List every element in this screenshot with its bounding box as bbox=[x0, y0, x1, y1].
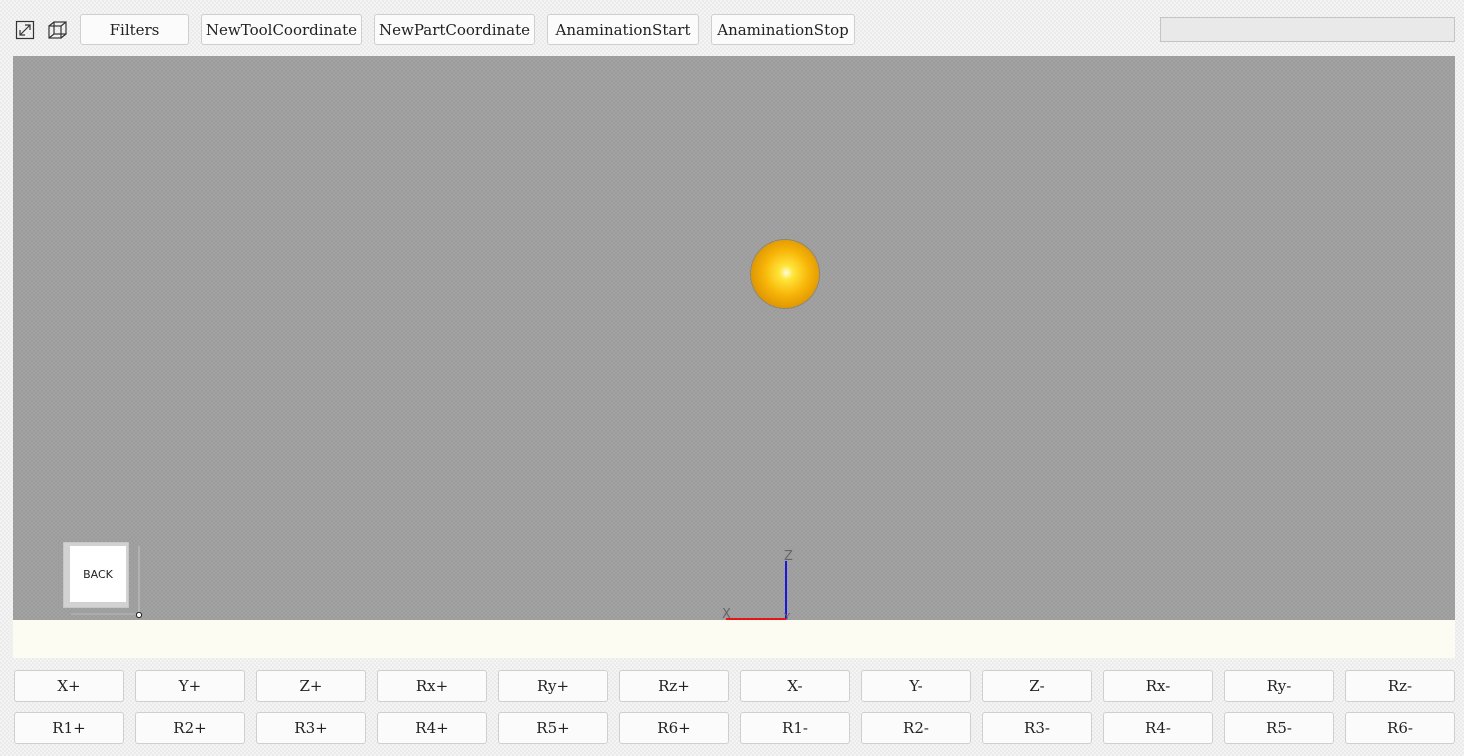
jog-r2-plus-button[interactable]: R2+ bbox=[135, 712, 245, 744]
jog-r5-minus-button[interactable]: R5- bbox=[1224, 712, 1334, 744]
jog-r2-minus-button[interactable]: R2- bbox=[861, 712, 971, 744]
jog-y-plus-button[interactable]: Y+ bbox=[135, 670, 245, 702]
jog-rz-minus-button[interactable]: Rz- bbox=[1345, 670, 1455, 702]
status-strip bbox=[13, 620, 1455, 658]
new-tool-coordinate-button[interactable]: NewToolCoordinate bbox=[201, 14, 362, 45]
jog-r3-minus-button[interactable]: R3- bbox=[982, 712, 1092, 744]
z-axis-label: Z bbox=[784, 549, 793, 564]
jog-rx-minus-button[interactable]: Rx- bbox=[1103, 670, 1213, 702]
jog-ry-plus-button[interactable]: Ry+ bbox=[498, 670, 608, 702]
view-cube-axes bbox=[71, 546, 143, 619]
jog-rx-plus-button[interactable]: Rx+ bbox=[377, 670, 487, 702]
jog-rz-plus-button[interactable]: Rz+ bbox=[619, 670, 729, 702]
jog-r1-plus-button[interactable]: R1+ bbox=[14, 712, 124, 744]
jog-r5-plus-button[interactable]: R5+ bbox=[498, 712, 608, 744]
jog-r4-minus-button[interactable]: R4- bbox=[1103, 712, 1213, 744]
animation-stop-button[interactable]: AnaminationStop bbox=[711, 14, 855, 45]
cube-wireframe-icon[interactable] bbox=[47, 19, 69, 41]
maximize-icon[interactable] bbox=[14, 19, 36, 41]
3d-viewport[interactable]: BACK Z X Y bbox=[13, 56, 1455, 623]
jog-r6-minus-button[interactable]: R6- bbox=[1345, 712, 1455, 744]
progress-bar bbox=[1160, 17, 1455, 42]
jog-x-minus-button[interactable]: X- bbox=[740, 670, 850, 702]
jog-r1-minus-button[interactable]: R1- bbox=[740, 712, 850, 744]
jog-z-plus-button[interactable]: Z+ bbox=[256, 670, 366, 702]
filters-button[interactable]: Filters bbox=[80, 14, 189, 45]
view-cube[interactable]: BACK bbox=[63, 538, 143, 620]
jog-z-minus-button[interactable]: Z- bbox=[982, 670, 1092, 702]
jog-x-plus-button[interactable]: X+ bbox=[14, 670, 124, 702]
animation-start-button[interactable]: AnaminationStart bbox=[547, 14, 699, 45]
axis-triad: Z X Y bbox=[718, 546, 828, 623]
jog-r4-plus-button[interactable]: R4+ bbox=[377, 712, 487, 744]
jog-r3-plus-button[interactable]: R3+ bbox=[256, 712, 366, 744]
jog-r6-plus-button[interactable]: R6+ bbox=[619, 712, 729, 744]
jog-y-minus-button[interactable]: Y- bbox=[861, 670, 971, 702]
jog-ry-minus-button[interactable]: Ry- bbox=[1224, 670, 1334, 702]
new-part-coordinate-button[interactable]: NewPartCoordinate bbox=[374, 14, 535, 45]
sphere-object[interactable] bbox=[751, 240, 819, 308]
